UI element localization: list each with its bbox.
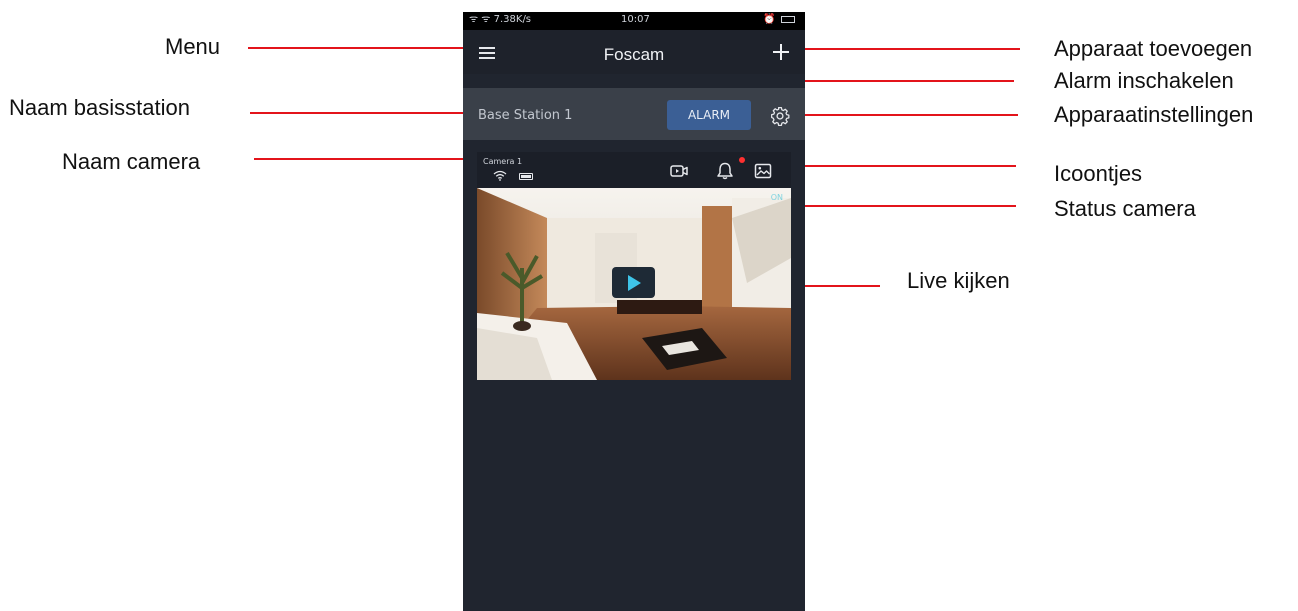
battery-icon (519, 173, 533, 180)
callout-line-icons (788, 165, 1016, 167)
camera-preview[interactable]: ON (477, 188, 791, 380)
callout-line-base-station (250, 112, 466, 114)
callout-menu: Menu (165, 34, 221, 59)
app-title: Foscam (603, 45, 665, 64)
battery-status-icon (781, 16, 795, 23)
base-station-name: Base Station 1 (478, 108, 573, 123)
callout-live-view: Live kijken (907, 268, 1010, 293)
clock: 10:07 (621, 14, 650, 25)
status-bar: ᯤ ᯤ 7.38K/s 10:07 ⏰ (463, 12, 805, 30)
wifi-icon (493, 170, 507, 181)
play-icon[interactable] (612, 267, 655, 298)
base-station-bar: Base Station 1 ALARM (463, 88, 805, 140)
callout-line-settings (790, 114, 1018, 116)
callout-line-add-device (790, 48, 1020, 50)
camera-name: Camera 1 (483, 157, 523, 166)
callout-base-station-name: Naam basisstation (9, 95, 190, 120)
gear-icon[interactable] (770, 106, 790, 126)
alarm-clock-icon: ⏰ (763, 14, 776, 25)
phone-screen: ᯤ ᯤ 7.38K/s 10:07 ⏰ Foscam Base Station … (463, 12, 805, 611)
bell-icon[interactable] (715, 161, 735, 181)
callout-line-status (786, 205, 1016, 207)
callout-enable-alarm: Alarm inschakelen (1054, 68, 1234, 93)
alarm-button[interactable]: ALARM (667, 100, 751, 130)
callout-line-camera (254, 158, 480, 160)
callout-add-device: Apparaat toevoegen (1054, 36, 1253, 61)
video-camera-icon[interactable] (669, 161, 689, 181)
callout-line-menu (248, 47, 476, 49)
callout-camera-status: Status camera (1054, 196, 1196, 221)
camera-header: Camera 1 (477, 152, 791, 188)
callout-device-settings: Apparaatinstellingen (1054, 102, 1254, 127)
callout-icons: Icoontjes (1054, 161, 1143, 186)
camera-status: ON (770, 193, 783, 202)
image-icon[interactable] (753, 161, 773, 181)
network-status: ᯤ ᯤ 7.38K/s (469, 14, 532, 25)
add-device-button[interactable] (773, 44, 789, 60)
notification-dot (739, 157, 745, 163)
callout-camera-name: Naam camera (62, 149, 201, 174)
app-bar: Foscam (463, 30, 805, 74)
